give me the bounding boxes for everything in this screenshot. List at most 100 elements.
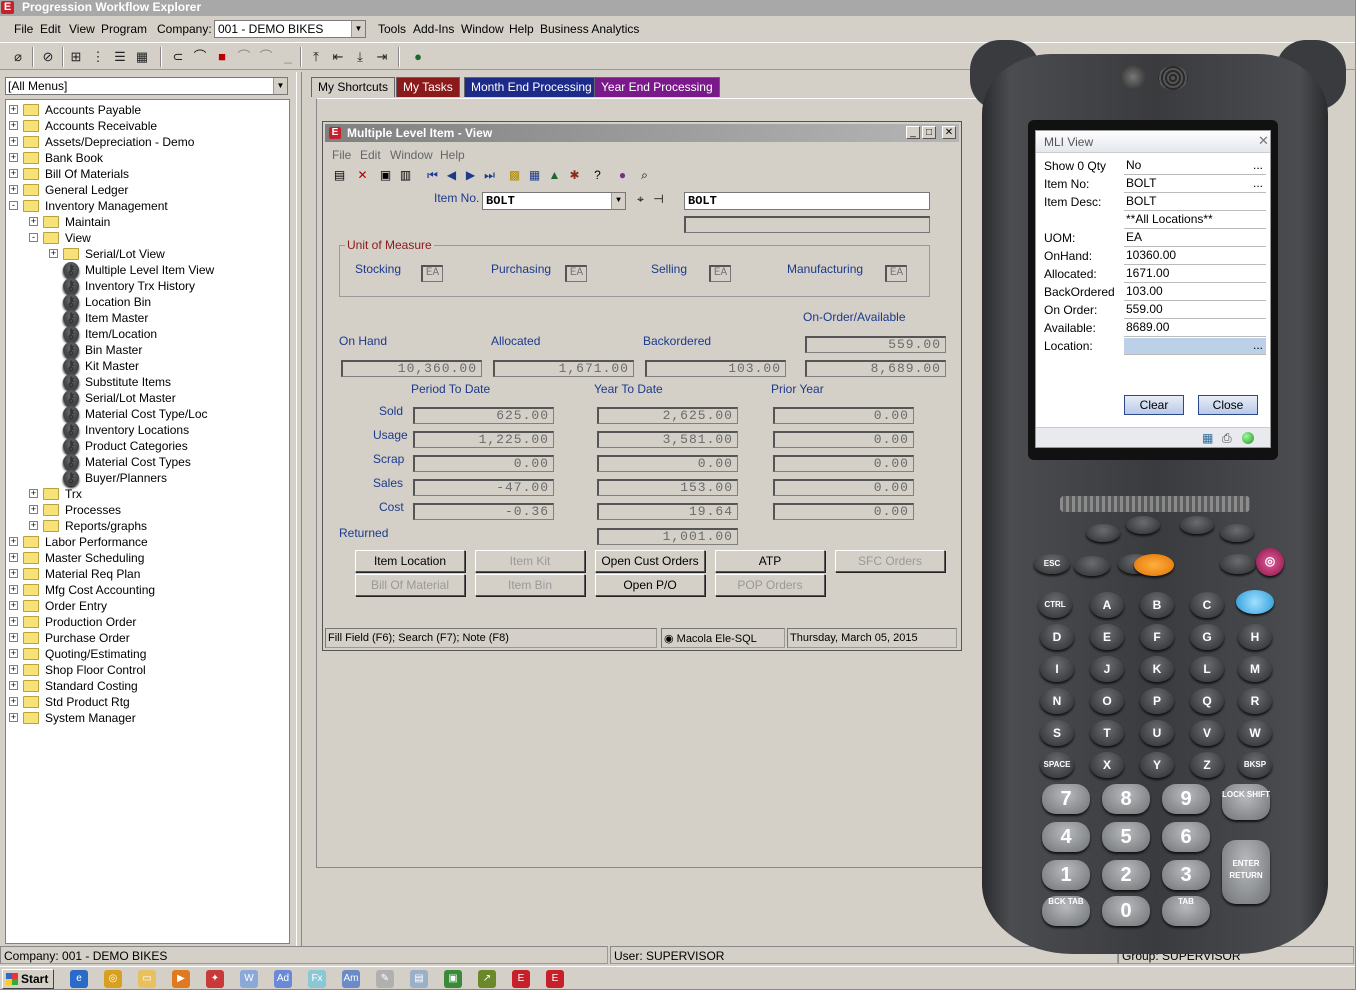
settings-icon[interactable]: ✎ [376, 970, 394, 988]
letter-key[interactable]: Y [1140, 752, 1174, 778]
esc-key[interactable]: ESC [1034, 554, 1070, 574]
list-view-icon[interactable]: ☰ [110, 47, 130, 67]
expand-icon[interactable]: + [29, 217, 38, 226]
letter-key[interactable]: T [1090, 720, 1124, 746]
action-button[interactable]: ATP [715, 550, 825, 572]
calculator-icon[interactable]: ▦ [525, 166, 544, 185]
am-icon[interactable]: Am [342, 970, 360, 988]
tools-icon[interactable]: ✱ [565, 166, 584, 185]
letter-key[interactable]: C [1190, 592, 1224, 618]
number-key[interactable]: 1 [1042, 860, 1090, 890]
letter-key[interactable]: D [1040, 624, 1074, 650]
letter-key[interactable]: J [1090, 656, 1124, 682]
action-button[interactable]: Open Cust Orders [595, 550, 705, 572]
letter-key[interactable]: L [1190, 656, 1224, 682]
letter-key[interactable]: X [1090, 752, 1124, 778]
media-player-icon[interactable]: ▶ [172, 970, 190, 988]
line-icon[interactable]: _ [278, 47, 298, 67]
menu-edit[interactable]: Edit [40, 22, 61, 36]
tab-my-shortcuts[interactable]: My Shortcuts [311, 77, 396, 97]
notepad-icon[interactable]: ▩ [505, 166, 524, 185]
chevron-down-icon[interactable]: ▼ [611, 193, 625, 209]
function-key[interactable] [1180, 516, 1214, 534]
expand-icon[interactable]: + [9, 649, 18, 658]
back-tab-key[interactable]: BCK TAB [1042, 896, 1090, 926]
close-button[interactable]: ✕ [942, 126, 956, 139]
tree-view-icon[interactable]: ⊞ [66, 47, 86, 67]
tool-icon[interactable]: ↗ [478, 970, 496, 988]
letter-key[interactable]: N [1040, 688, 1074, 714]
letter-key[interactable]: M [1238, 656, 1272, 682]
number-key[interactable]: 5 [1102, 822, 1150, 852]
document-icon[interactable]: ▤ [410, 970, 428, 988]
action-button[interactable]: Item Location [355, 550, 465, 572]
function-key[interactable] [1074, 556, 1110, 576]
item-desc-field[interactable]: BOLT [684, 192, 930, 210]
device-field-value[interactable]: No... [1124, 158, 1266, 175]
move-bottom-icon[interactable]: ⤓ [350, 47, 370, 67]
keyboard-icon[interactable]: ▦ [1202, 431, 1213, 445]
doc-icon[interactable]: Ad [274, 970, 292, 988]
chevron-down-icon[interactable]: ▼ [351, 21, 365, 37]
backspace-key[interactable]: BKSP [1238, 752, 1272, 778]
number-key[interactable]: 2 [1102, 860, 1150, 890]
arc2-icon[interactable]: ⌒ [256, 47, 276, 67]
tab-year-end-processing[interactable]: Year End Processing [594, 77, 720, 97]
expand-icon[interactable]: + [9, 537, 18, 546]
notes-icon[interactable]: ▤ [330, 166, 349, 185]
arc-icon[interactable]: ⌒ [234, 47, 254, 67]
number-key[interactable]: 9 [1162, 784, 1210, 814]
more-icon[interactable]: ... [1253, 176, 1263, 190]
expand-icon[interactable]: + [29, 521, 38, 530]
mli-menu-window[interactable]: Window [390, 148, 433, 162]
save-icon[interactable]: ▣ [376, 166, 395, 185]
close-icon[interactable]: ✕ [1258, 133, 1269, 149]
folder-icon[interactable]: ▭ [138, 970, 156, 988]
function-key[interactable] [1086, 524, 1120, 542]
number-key[interactable]: 8 [1102, 784, 1150, 814]
move-right-icon[interactable]: ⇥ [372, 47, 392, 67]
expand-icon[interactable]: + [9, 121, 18, 130]
grid-view-icon[interactable]: ▦ [132, 47, 152, 67]
hierarchy-icon[interactable]: ⋮ [88, 47, 108, 67]
menu-business-analytics[interactable]: Business Analytics [540, 22, 639, 36]
help-icon[interactable]: ? [588, 166, 607, 185]
expand-icon[interactable]: + [9, 713, 18, 722]
enter-key[interactable]: ENTER RETURN [1222, 840, 1270, 904]
prev-record-icon[interactable]: ◀ [442, 166, 461, 185]
number-key[interactable]: 4 [1042, 822, 1090, 852]
letter-key[interactable]: G [1190, 624, 1224, 650]
menu-help[interactable]: Help [509, 22, 534, 36]
action-button[interactable]: SFC Orders [835, 550, 945, 572]
action-button[interactable]: Open P/O [595, 574, 705, 596]
expand-icon[interactable]: + [9, 617, 18, 626]
expand-icon[interactable]: + [9, 585, 18, 594]
lock-shift-key[interactable]: LOCK SHIFT [1222, 784, 1270, 820]
letter-key[interactable]: B [1140, 592, 1174, 618]
last-record-icon[interactable]: ⏭ [480, 166, 499, 185]
letter-key[interactable]: O [1090, 688, 1124, 714]
letter-key[interactable]: S [1040, 720, 1074, 746]
letter-key[interactable]: E [1090, 624, 1124, 650]
progression-icon[interactable]: E [546, 970, 564, 988]
power-button[interactable]: ◎ [1256, 548, 1284, 576]
mli-menu-edit[interactable]: Edit [360, 148, 381, 162]
chevron-down-icon[interactable]: ▼ [273, 78, 287, 94]
trash-icon[interactable]: ▥ [396, 166, 415, 185]
action-button[interactable]: POP Orders [715, 574, 825, 596]
app-icon[interactable]: ✦ [206, 970, 224, 988]
letter-key[interactable]: R [1238, 688, 1272, 714]
menu-tools[interactable]: Tools [378, 22, 406, 36]
expand-icon[interactable]: + [9, 185, 18, 194]
menu-filter-select[interactable]: [All Menus] ▼ [5, 77, 288, 95]
action-button[interactable]: Item Bin [475, 574, 585, 596]
curve-icon[interactable]: ⌒ [190, 47, 210, 67]
move-top-icon[interactable]: ⤒ [306, 47, 326, 67]
number-key[interactable]: 0 [1102, 896, 1150, 926]
expand-icon[interactable]: + [9, 105, 18, 114]
expand-icon[interactable]: + [9, 553, 18, 562]
search-icon[interactable]: ⌕ [635, 166, 654, 185]
expand-icon[interactable]: + [9, 681, 18, 690]
binoculars-icon[interactable]: ⌖ [631, 190, 650, 209]
letter-key[interactable]: Z [1190, 752, 1224, 778]
